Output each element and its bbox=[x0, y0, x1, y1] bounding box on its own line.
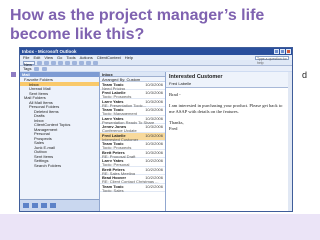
nav-folder-item[interactable]: Search Folders bbox=[20, 163, 99, 168]
reading-from[interactable]: Fred Labelle bbox=[169, 81, 289, 86]
menu-go[interactable]: Go bbox=[57, 55, 62, 60]
help-search-input[interactable]: Type a question for help bbox=[255, 56, 289, 65]
menu-tools[interactable]: Tools bbox=[66, 55, 75, 60]
menu-view[interactable]: View bbox=[44, 55, 53, 60]
message-date: 10/2/2006 bbox=[145, 175, 163, 180]
reading-header: Interested Customer Fred Labelle bbox=[166, 72, 292, 88]
reply-icon[interactable] bbox=[58, 60, 63, 65]
message-row[interactable]: Brett Peters RE: Proposal Draft 10/3/2006 bbox=[100, 149, 165, 158]
message-row[interactable]: Fred Labelle Interested Customer 10/3/2006 bbox=[100, 132, 165, 141]
delete-icon[interactable] bbox=[51, 60, 56, 65]
forward-icon[interactable] bbox=[72, 60, 77, 65]
message-row[interactable]: Larry Yates RE: Presentation Topic... 10/3… bbox=[100, 98, 165, 107]
slide-title: How as the project manager’s life become… bbox=[10, 7, 265, 43]
reading-body: Brad - I am interested in purchasing you… bbox=[166, 88, 292, 141]
message-row[interactable]: Larry Yates Topic: Personal 10/2/2006 bbox=[100, 158, 165, 167]
message-row[interactable]: Team Topic Topic: Sales 10/2/2006 bbox=[100, 183, 165, 192]
message-date: 10/2/2006 bbox=[145, 166, 163, 172]
tag-icon[interactable] bbox=[34, 66, 40, 71]
message-row[interactable]: Team Topic Topic: Prospects 10/3/2006 bbox=[100, 141, 165, 150]
menu-clientcontext[interactable]: ClientContext bbox=[97, 55, 121, 60]
menu-file[interactable]: File bbox=[23, 55, 29, 60]
send-receive-icon[interactable] bbox=[79, 60, 84, 65]
tasks-icon[interactable] bbox=[50, 203, 56, 208]
message-date: 10/3/2006 bbox=[145, 141, 163, 146]
tag-button[interactable]: Tags bbox=[23, 66, 31, 71]
address-book-icon[interactable] bbox=[93, 60, 98, 65]
menu-help[interactable]: Help bbox=[125, 55, 133, 60]
message-date: 10/3/2006 bbox=[145, 132, 163, 138]
message-row[interactable]: Team Topic Need Pricing 10/3/2006 bbox=[100, 81, 165, 90]
window-title: Inbox - Microsoft Outlook bbox=[22, 49, 77, 54]
reading-pane: Interested Customer Fred Labelle Brad - … bbox=[166, 72, 292, 211]
message-date: 10/3/2006 bbox=[145, 107, 163, 112]
print-icon[interactable] bbox=[37, 60, 42, 65]
reply-all-icon[interactable] bbox=[65, 60, 70, 65]
new-button[interactable]: New bbox=[23, 60, 35, 67]
reading-subject: Interested Customer bbox=[169, 74, 223, 80]
calendar-icon[interactable] bbox=[32, 203, 38, 208]
mail-icon[interactable] bbox=[23, 203, 29, 208]
closing: Thanks, bbox=[169, 120, 184, 125]
message-row[interactable]: Larry Yates Presentation Ready To Share 10… bbox=[100, 115, 165, 124]
bullet-marker bbox=[11, 72, 16, 77]
navigation-pane: Mail Favorite Folders Inbox Unread Mail Sen… bbox=[20, 72, 100, 211]
message-row[interactable]: Jenny Jones Conference Update 10/3/2006 bbox=[100, 124, 165, 133]
menu-actions[interactable]: Actions bbox=[80, 55, 93, 60]
reading-scrollbar[interactable] bbox=[288, 72, 292, 211]
message-row[interactable]: Team Topic Topic: Management 10/3/2006 bbox=[100, 107, 165, 116]
topic-icon[interactable] bbox=[42, 66, 48, 71]
message-date: 10/3/2006 bbox=[145, 98, 163, 104]
signature: Fred bbox=[169, 126, 178, 131]
message-date: 10/3/2006 bbox=[145, 81, 163, 87]
bullet-text: d bbox=[302, 70, 308, 80]
message-row[interactable]: Brad Hoover RE: Client Contact Christmas … bbox=[100, 175, 165, 184]
message-date: 10/3/2006 bbox=[145, 115, 163, 121]
close-icon[interactable] bbox=[286, 49, 291, 54]
body-text: I am interested in purchasing your produ… bbox=[169, 103, 283, 114]
contacts-icon[interactable] bbox=[41, 203, 47, 208]
message-date: 10/3/2006 bbox=[145, 90, 163, 95]
menu-edit[interactable]: Edit bbox=[33, 55, 40, 60]
message-date: 10/3/2006 bbox=[145, 124, 163, 129]
find-icon[interactable] bbox=[86, 60, 91, 65]
window-titlebar[interactable]: Inbox - Microsoft Outlook bbox=[20, 48, 292, 55]
maximize-icon[interactable] bbox=[280, 49, 285, 54]
outlook-window: Inbox - Microsoft Outlook File Edit View… bbox=[19, 47, 293, 212]
minimize-icon[interactable] bbox=[274, 49, 279, 54]
greeting: Brad - bbox=[169, 92, 181, 97]
move-icon[interactable] bbox=[44, 60, 49, 65]
message-list: Inbox Arranged By: Custom Team Topic Need… bbox=[100, 72, 166, 211]
message-row[interactable]: Fred Labelle Topic: Prospects 10/3/2006 bbox=[100, 90, 165, 99]
message-row[interactable]: Brett Peters RE: Sales Meeting 10/2/2006 bbox=[100, 166, 165, 175]
message-date: 10/2/2006 bbox=[145, 183, 163, 189]
nav-buttons bbox=[20, 199, 99, 211]
message-date: 10/2/2006 bbox=[145, 158, 163, 163]
slide-footer-band bbox=[0, 214, 320, 240]
tag-toolbar: Tags bbox=[20, 66, 292, 71]
message-date: 10/3/2006 bbox=[145, 149, 163, 155]
